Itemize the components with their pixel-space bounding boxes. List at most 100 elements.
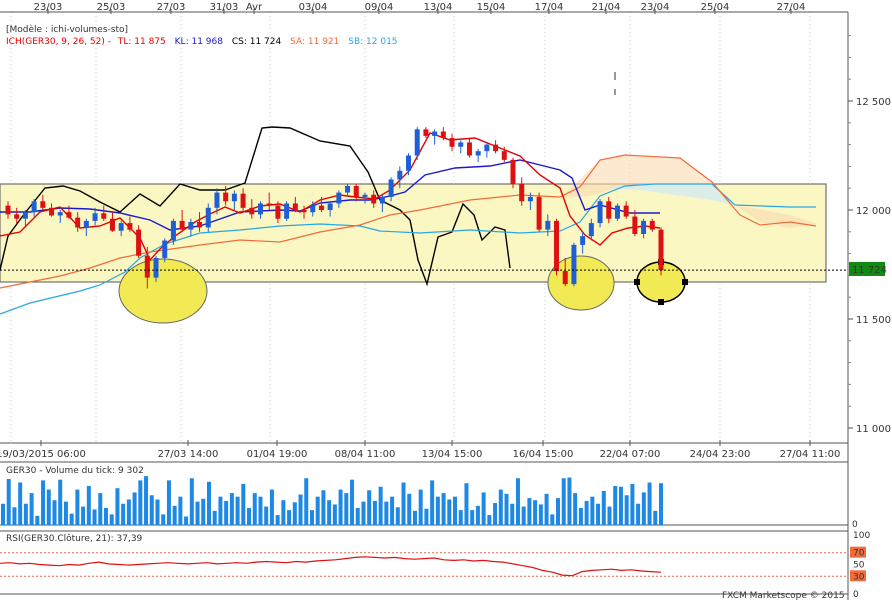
volume-bar [281,500,286,525]
candle-body [14,214,20,219]
bottom-date-label: 13/04 15:00 [422,449,483,460]
candle-body [22,212,28,219]
volume-bar [475,505,480,525]
candle-body [353,186,359,197]
legend-sa: SA: 11 921 [290,37,339,47]
candle-body [475,151,481,156]
candle-body [249,207,255,215]
volume-bars [1,476,663,525]
volume-bar [166,480,171,525]
bottom-date-label: 16/04 15:00 [513,449,574,460]
volume-bar [172,505,177,525]
volume-bar [618,486,623,525]
volume-bar [407,493,412,525]
volume-bar [287,510,292,525]
candle-body [144,255,150,278]
bottom-date-label: 24/04 23:00 [690,449,751,460]
price-axis: 12 500 12 000 11 500 11 000 [848,35,891,435]
volume-bar [292,502,297,525]
volume-bar [201,498,206,525]
volume-bar [493,503,498,525]
volume-bar [538,504,543,525]
candle-body [501,151,507,160]
candle-body [75,217,81,228]
volume-bar [98,493,103,525]
candle-body [562,271,568,285]
volume-bar [338,489,343,525]
candle-body [301,210,307,213]
volume-bar [46,489,51,525]
volume-bar [298,494,303,525]
top-date-label: 21/04 [592,2,621,13]
volume-bar [470,510,475,525]
rsi-line [0,556,662,577]
volume-bar [315,496,320,525]
volume-bar [435,496,440,525]
rsi-panel: RSI(GER30.Clôture, 21): 37,39 100 70 5030 0 [0,530,870,600]
candle-body [614,205,620,219]
volume-bar [321,490,326,525]
volume-bar [355,508,360,525]
volume-bar [659,483,663,525]
volume-bar [23,503,28,525]
candle-body [362,194,368,197]
candle-body [109,218,115,231]
rsi-tick-label: 50 [853,561,865,571]
volume-bar [155,499,160,525]
volume-bar [35,515,40,525]
candle-body [554,220,560,272]
candle-body [57,212,63,216]
bottom-date-label: 01/04 19:00 [247,449,308,460]
volume-bar [149,495,154,525]
top-date-label: 27/04 [777,2,806,13]
ichimoku-chart: 23/03 25/03 27/03 31/03 Avr 03/04 09/04 13/04 15… [0,2,891,600]
volume-bar [544,493,549,525]
candle-body [484,144,490,152]
volume-bar [372,500,377,525]
candle-body [406,155,412,171]
volume-bar [607,506,612,525]
bottom-date-label: 19/03/2015 06:00 [0,449,86,460]
volume-bar [92,509,97,525]
candle-body [188,221,194,230]
volume-bar [161,514,166,525]
candle-body [318,205,324,210]
candle-body [623,205,629,217]
volume-bar [126,499,131,525]
legend-cs: CS: 11 724 [232,37,282,47]
candle-body [571,244,577,285]
volume-bar [109,514,114,525]
volume-bar [653,510,658,525]
volume-bar [573,493,578,525]
candle-body [466,142,472,156]
volume-bar [447,499,452,525]
volume-bar [18,482,23,525]
volume-bar [344,493,349,525]
candle-body [527,196,533,202]
volume-bar [584,500,589,525]
candle-body [519,183,525,202]
volume-bar [367,490,372,525]
volume-panel: GER30 - Volume du tick: 9 302 0 [0,461,858,530]
top-date-label: 15/04 [477,2,506,13]
candle-body [345,186,351,193]
price-panel [0,12,848,443]
volume-bar [361,501,366,525]
top-date-label: 31/03 [210,2,239,13]
volume-bar [195,501,200,525]
volume-bar [258,496,263,525]
candle-body [170,220,176,241]
volume-bar [144,476,149,525]
model-label: [Modèle : ichi-volumes-sto] [6,24,128,35]
candle-body [153,257,159,278]
volume-bar [384,501,389,525]
candle-body [641,220,647,234]
candle-body [223,192,229,202]
volume-bar [510,503,515,525]
volume-bar [327,500,332,525]
volume-bar [264,506,269,525]
volume-bar [515,478,520,525]
rsi-label: RSI(GER30.Clôture, 21): 37,39 [6,533,143,544]
volume-bar [561,478,566,525]
top-date-label: 09/04 [365,2,394,13]
